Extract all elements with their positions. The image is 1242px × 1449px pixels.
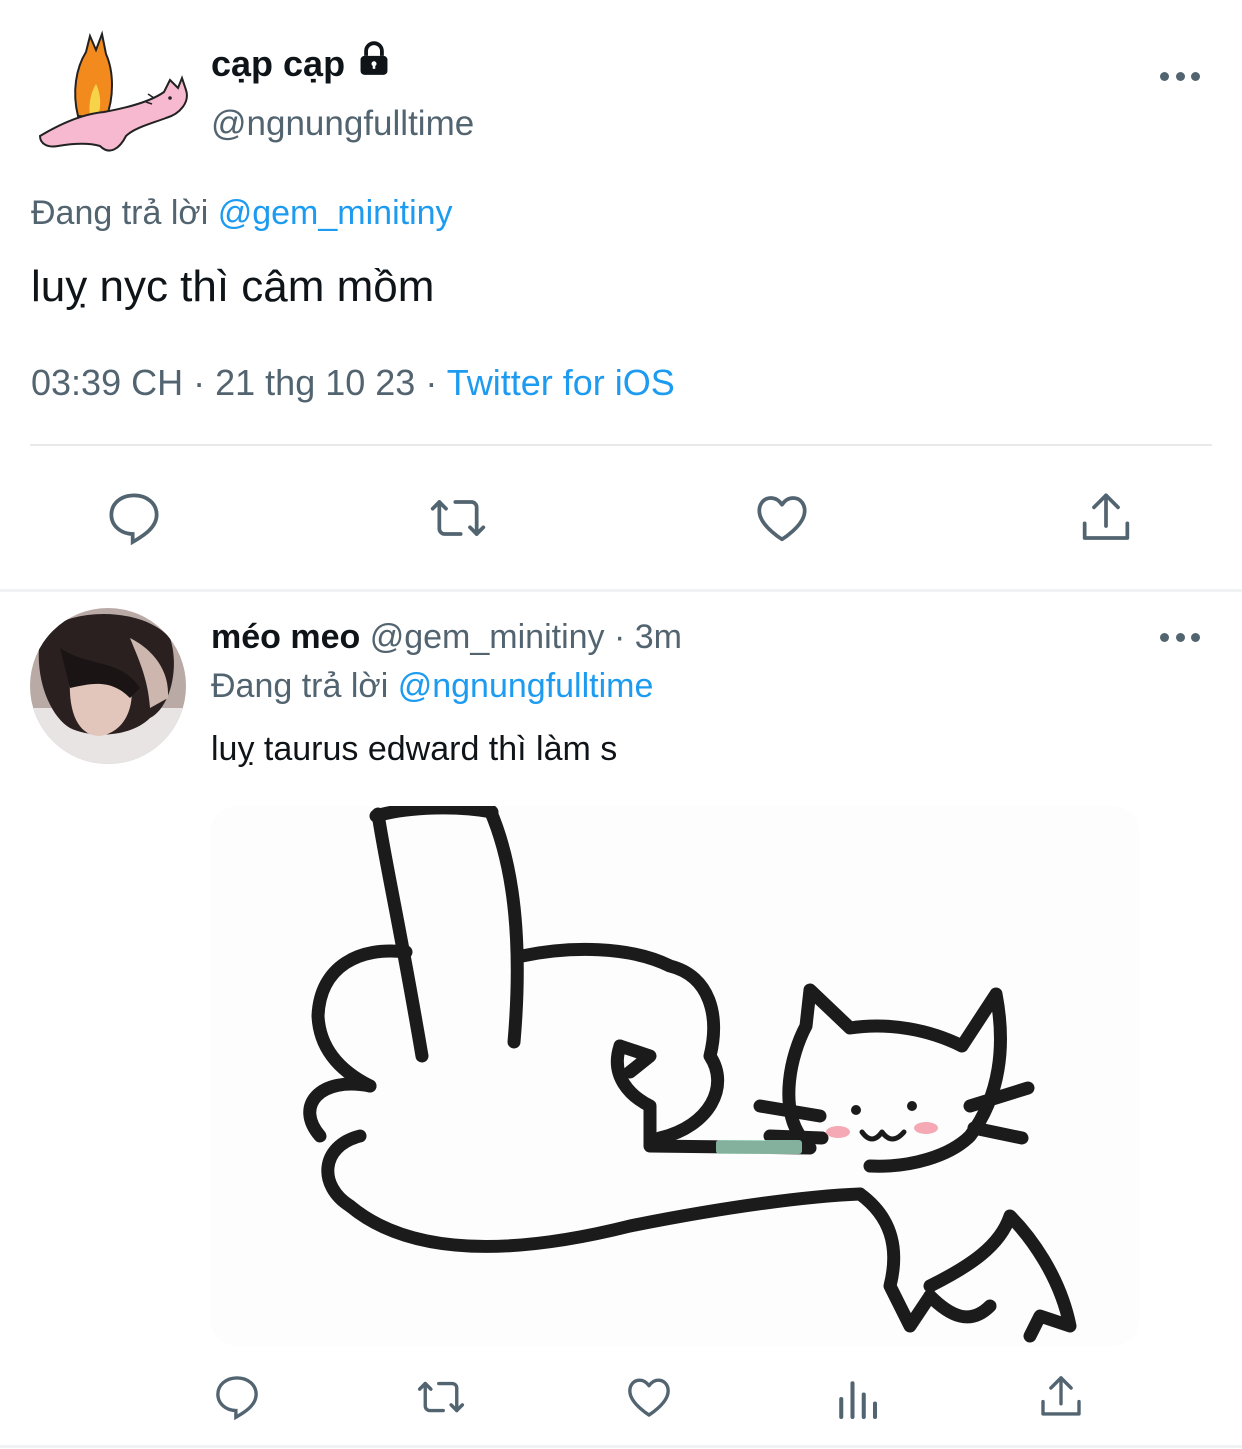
share-icon[interactable] bbox=[1074, 486, 1138, 550]
retweet-icon[interactable] bbox=[414, 1370, 468, 1424]
display-name-text: cạp cạp bbox=[211, 42, 346, 84]
display-name[interactable]: méo meo bbox=[211, 618, 360, 656]
share-icon[interactable] bbox=[1034, 1370, 1088, 1424]
replying-mention[interactable]: @ngnungfulltime bbox=[398, 667, 654, 705]
retweet-icon[interactable] bbox=[426, 486, 490, 550]
avatar[interactable] bbox=[30, 28, 192, 158]
avatar-photo bbox=[30, 608, 186, 764]
tweet-image[interactable] bbox=[210, 806, 1140, 1346]
tweet-text: luỵ taurus edward thì làm s bbox=[211, 730, 618, 768]
like-icon[interactable] bbox=[622, 1370, 676, 1424]
display-name[interactable]: cạp cạp bbox=[211, 40, 393, 87]
replying-mention[interactable]: @gem_minitiny bbox=[218, 194, 453, 232]
tweet-time: 03:39 CH bbox=[31, 362, 184, 403]
replying-to: Đang trả lời @gem_minitiny bbox=[31, 194, 453, 233]
lock-icon bbox=[355, 40, 393, 87]
cat-drawing bbox=[303, 806, 1077, 1343]
handle[interactable]: @ngnungfulltime bbox=[211, 104, 474, 144]
divider bbox=[30, 444, 1212, 446]
analytics-icon[interactable] bbox=[830, 1372, 884, 1426]
meta-separator: · bbox=[613, 618, 626, 656]
reply-icon[interactable] bbox=[210, 1370, 264, 1424]
replying-to: Đang trả lời @ngnungfulltime bbox=[211, 667, 653, 706]
meta-separator: · bbox=[425, 362, 438, 403]
tweet-text: luỵ nyc thì câm mồm bbox=[31, 262, 435, 311]
tweet-source[interactable]: Twitter for iOS bbox=[447, 362, 675, 403]
reply-header: méo meo @gem_minitiny · 3m bbox=[211, 618, 682, 657]
avatar-rabbit-drawing bbox=[38, 30, 188, 152]
handle[interactable]: @gem_minitiny bbox=[370, 618, 605, 656]
replying-prefix: Đang trả lời bbox=[211, 667, 389, 705]
bottom-divider bbox=[0, 1445, 1242, 1448]
replying-prefix: Đang trả lời bbox=[31, 194, 209, 232]
section-divider bbox=[0, 589, 1242, 592]
more-icon[interactable] bbox=[1160, 631, 1200, 643]
time-ago[interactable]: 3m bbox=[635, 618, 682, 656]
avatar[interactable] bbox=[30, 608, 186, 764]
like-icon[interactable] bbox=[750, 486, 814, 550]
tweet-date: 21 thg 10 23 bbox=[215, 362, 416, 403]
reply-icon[interactable] bbox=[102, 486, 166, 550]
tweet-meta: 03:39 CH · 21 thg 10 23 · Twitter for iO… bbox=[31, 362, 675, 404]
more-icon[interactable] bbox=[1160, 70, 1200, 82]
meta-separator: · bbox=[193, 362, 206, 403]
